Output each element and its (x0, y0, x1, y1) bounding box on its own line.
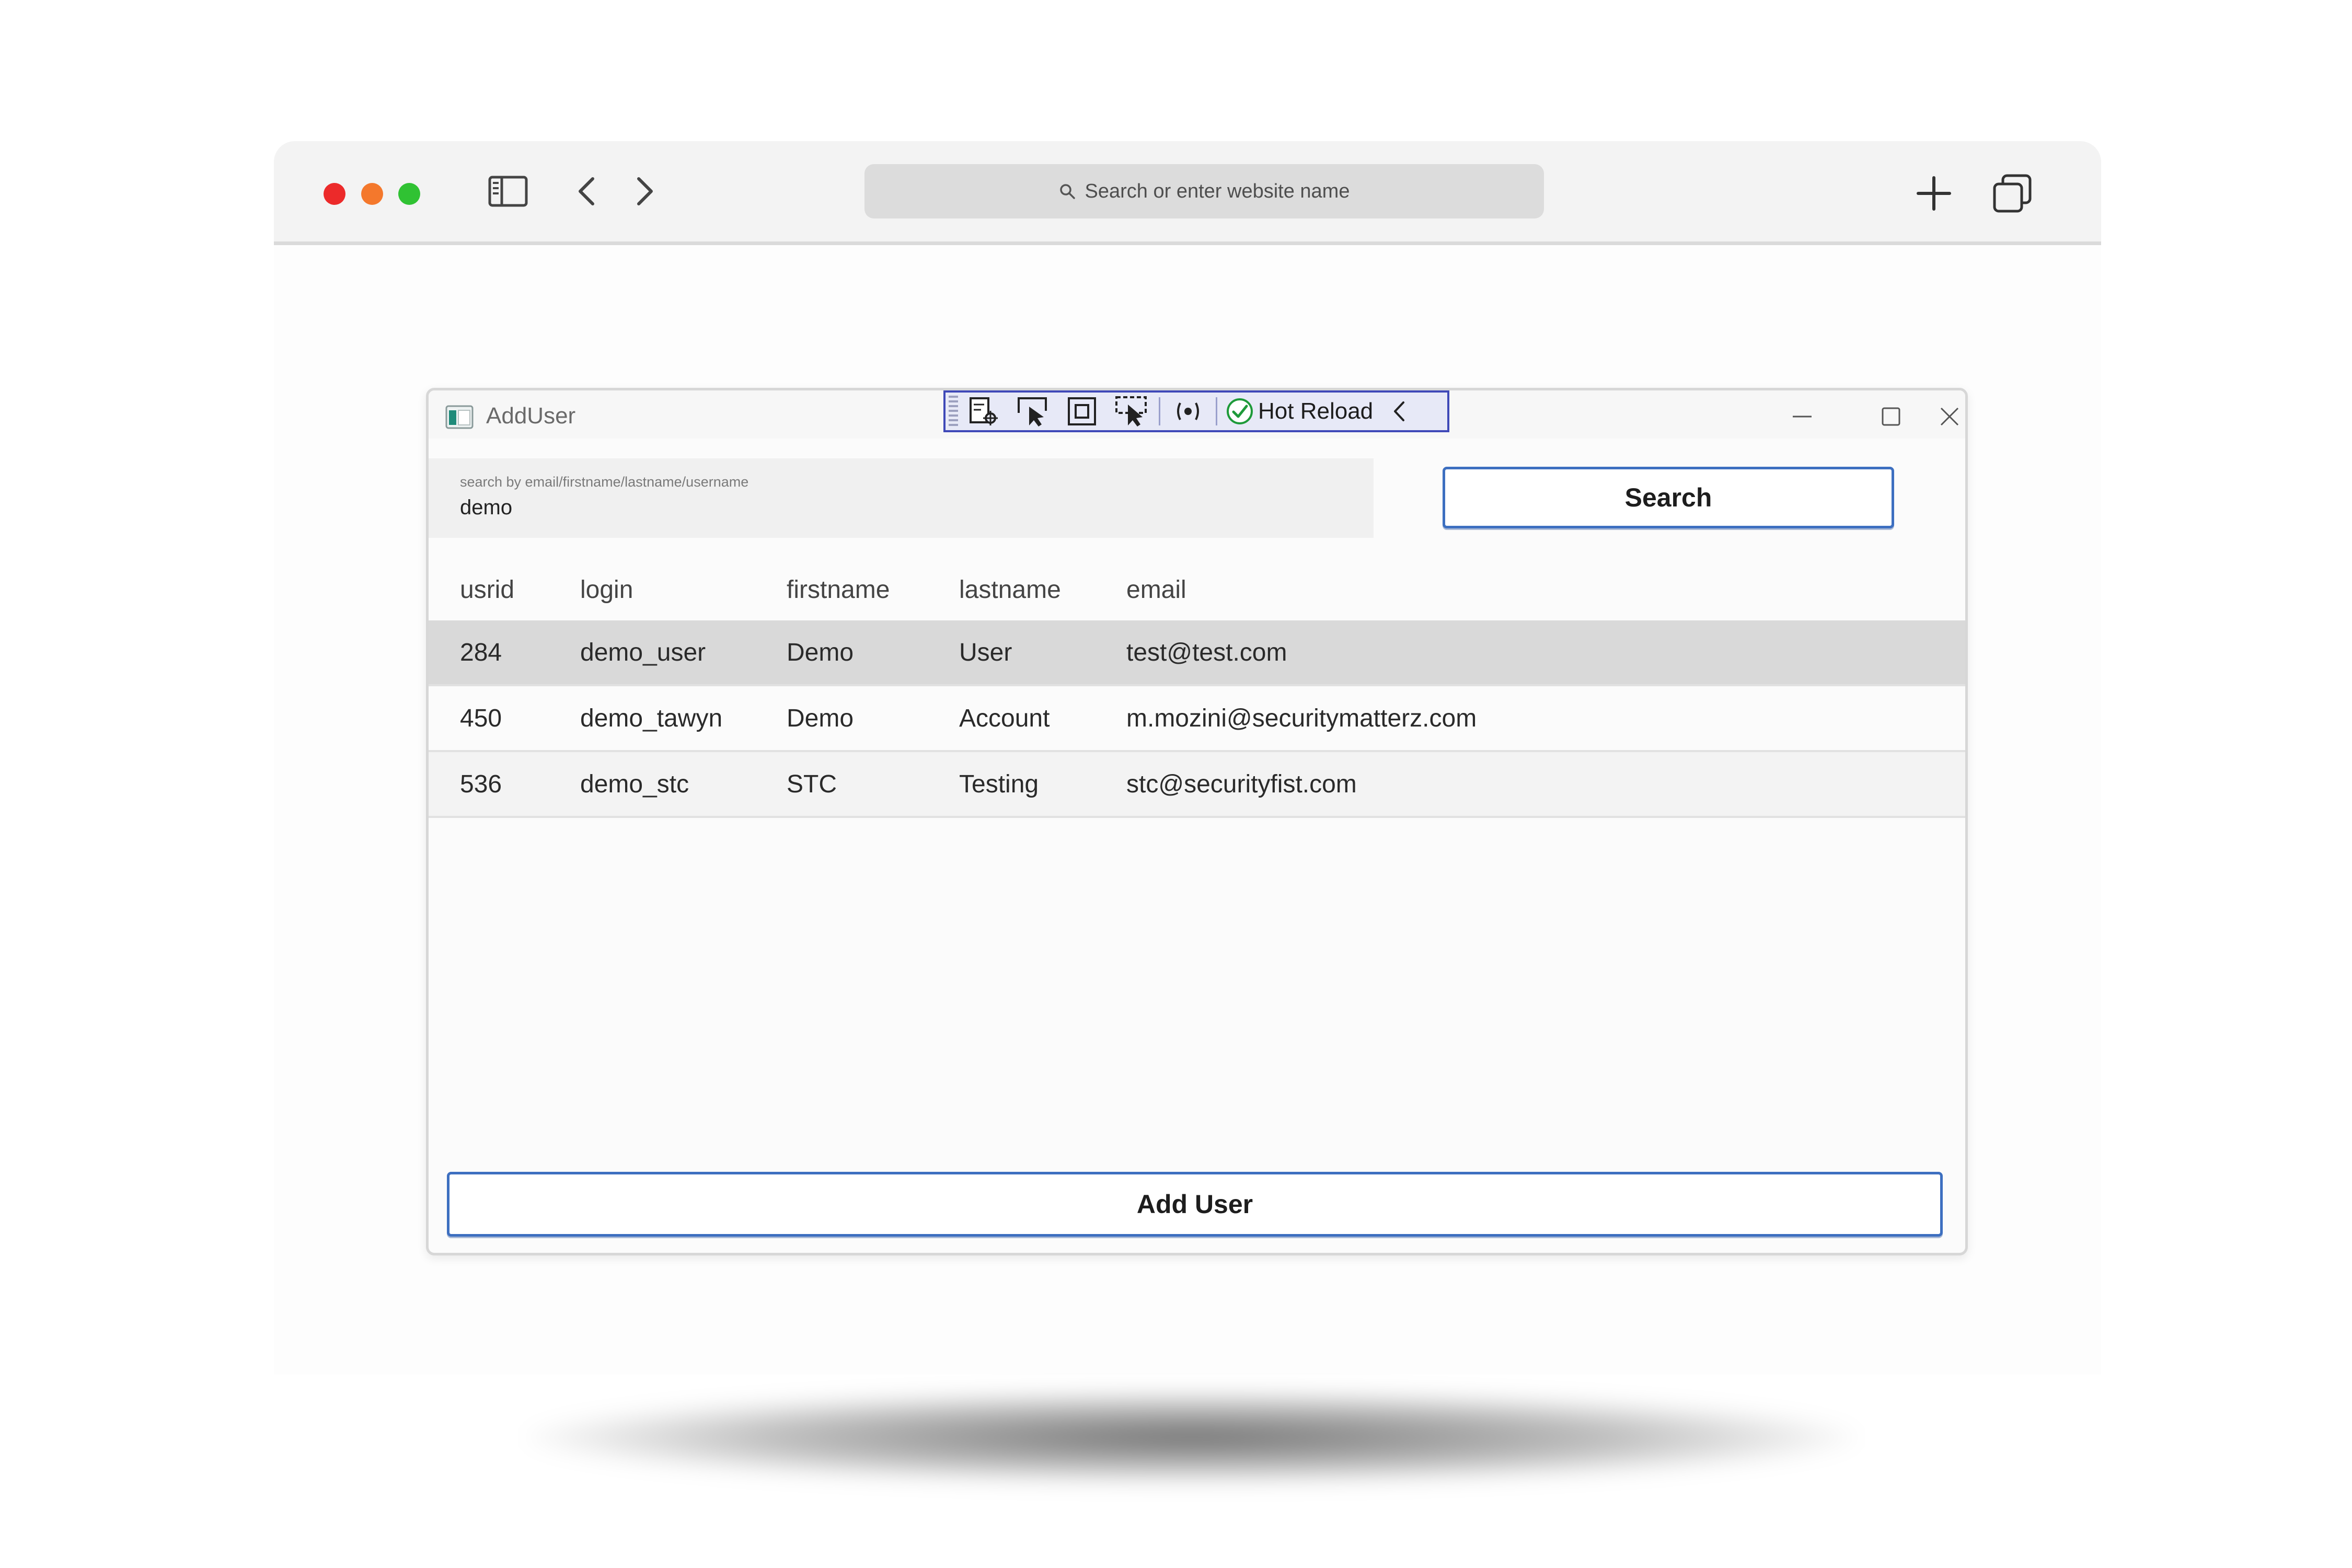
search-input[interactable]: search by email/firstname/lastname/usern… (429, 458, 1374, 538)
search-hint: search by email/firstname/lastname/usern… (460, 474, 749, 490)
cell-lastname: Testing (959, 770, 1039, 798)
cell-lastname: Account (959, 704, 1050, 732)
cell-login: demo_user (580, 638, 706, 666)
app-titlebar: AddUser Hot Reload (429, 390, 1965, 439)
app-title: AddUser (486, 403, 576, 429)
add-user-button[interactable]: Add User (447, 1172, 1943, 1237)
toolbar-grip-handle[interactable] (949, 396, 958, 427)
column-header-usrid[interactable]: usrid (460, 559, 514, 620)
toolbar-separator-2 (1216, 397, 1217, 425)
minimize-window-dot[interactable] (361, 183, 383, 205)
cell-lastname: User (959, 638, 1012, 666)
search-icon (1059, 183, 1076, 200)
minimize-icon[interactable] (1786, 401, 1818, 432)
cell-email: stc@securityfist.com (1126, 770, 1357, 798)
collapse-chevron-icon[interactable] (1393, 400, 1405, 422)
maximize-icon[interactable] (1875, 401, 1907, 432)
column-header-email[interactable]: email (1126, 559, 1186, 620)
users-table: usrid login firstname lastname email 284… (429, 559, 1965, 818)
adduser-app-window: AddUser Hot Reload search by email/first… (426, 388, 1968, 1255)
table-row[interactable]: 536 demo_stc STC Testing stc@securityfis… (429, 752, 1965, 818)
tabs-overview-icon[interactable] (1992, 174, 2032, 213)
cell-usrid: 536 (460, 770, 502, 798)
column-header-lastname[interactable]: lastname (959, 559, 1061, 620)
column-header-firstname[interactable]: firstname (787, 559, 890, 620)
app-window-icon (445, 405, 474, 432)
cell-firstname: Demo (787, 704, 854, 732)
cell-firstname: Demo (787, 638, 854, 666)
forward-chevron-icon[interactable] (635, 176, 655, 207)
close-icon[interactable] (1934, 401, 1965, 432)
hot-reload-label[interactable]: Hot Reload (1258, 398, 1373, 424)
select-element-icon[interactable] (1014, 395, 1051, 428)
cell-login: demo_stc (580, 770, 689, 798)
table-row[interactable]: 450 demo_tawyn Demo Account m.mozini@sec… (429, 686, 1965, 752)
cell-firstname: STC (787, 770, 837, 798)
back-chevron-icon[interactable] (576, 176, 597, 207)
table-header: usrid login firstname lastname email (429, 559, 1965, 620)
cell-email: m.mozini@securitymatterz.com (1126, 704, 1477, 732)
hot-reload-toolbar: Hot Reload (943, 390, 1449, 432)
display-layout-adorners-icon[interactable] (1064, 395, 1100, 428)
new-tab-plus-icon[interactable] (1915, 175, 1953, 212)
cell-email: test@test.com (1126, 638, 1287, 666)
close-window-dot[interactable] (324, 183, 345, 205)
cell-usrid: 284 (460, 638, 502, 666)
cell-usrid: 450 (460, 704, 502, 732)
address-bar[interactable]: Search or enter website name (864, 164, 1544, 218)
table-row[interactable]: 284 demo_user Demo User test@test.com (429, 620, 1965, 686)
address-placeholder: Search or enter website name (1085, 180, 1350, 202)
hot-reload-check-icon (1226, 397, 1254, 425)
browser-toolbar: Search or enter website name (274, 141, 2101, 245)
binding-failures-icon[interactable] (1170, 395, 1206, 428)
live-visual-tree-icon[interactable] (965, 395, 1002, 428)
zoom-window-dot[interactable] (398, 183, 420, 205)
floating-shadow (523, 1390, 1861, 1484)
search-value: demo (460, 496, 513, 519)
search-button[interactable]: Search (1443, 467, 1894, 528)
cell-login: demo_tawyn (580, 704, 723, 732)
sidebar-icon[interactable] (488, 176, 528, 207)
column-header-login[interactable]: login (580, 559, 633, 620)
track-focused-element-icon[interactable] (1113, 395, 1149, 428)
toolbar-separator (1159, 397, 1160, 425)
